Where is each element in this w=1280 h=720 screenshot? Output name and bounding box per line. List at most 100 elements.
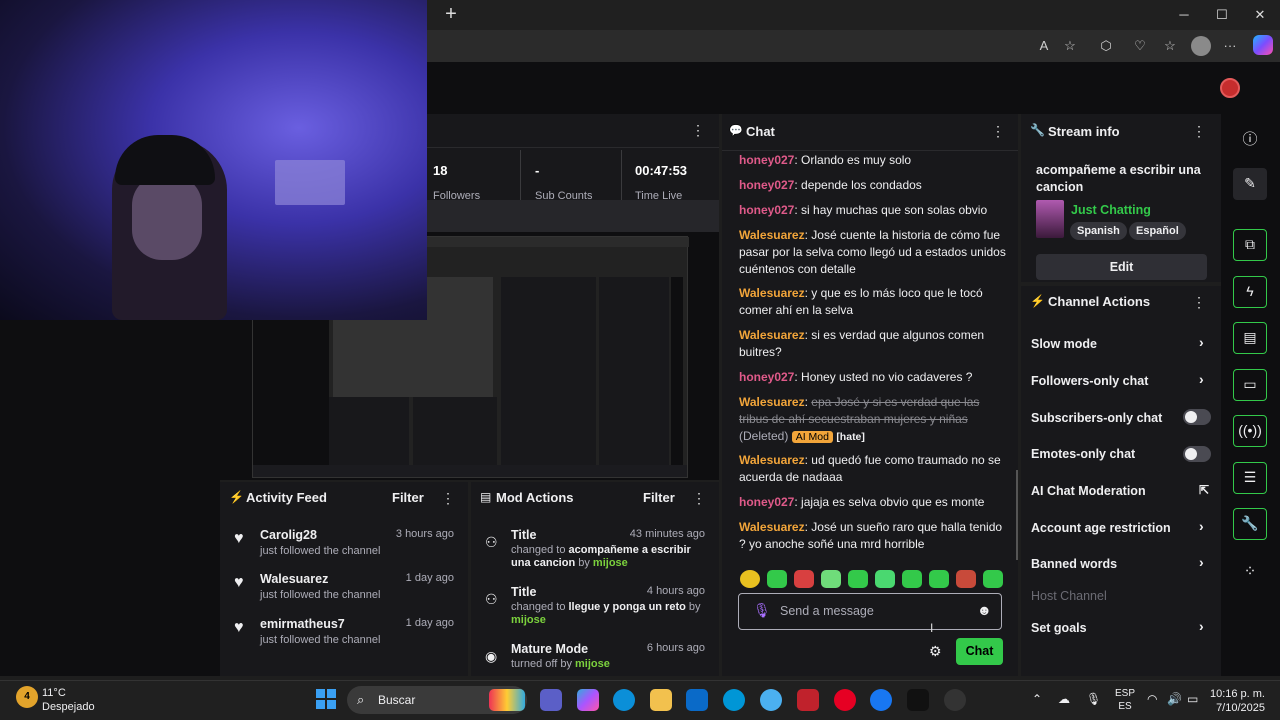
close-button[interactable]: ✕	[1248, 5, 1272, 25]
tiktok-icon[interactable]	[907, 689, 929, 711]
list-item[interactable]: ♥ emirmatheus7 1 day ago just followed t…	[220, 617, 468, 661]
channel-actions-menu-icon[interactable]: ⋮	[1191, 294, 1207, 311]
chat-message[interactable]: Walesuarez: y que es lo más loco que le …	[739, 285, 1007, 319]
stream-info-menu-icon[interactable]: ⋮	[1191, 123, 1207, 140]
teams-icon[interactable]	[540, 689, 562, 711]
activity-filter-button[interactable]: Filter	[392, 490, 424, 505]
ai-moderation-row[interactable]: AI Chat Moderation	[1031, 484, 1146, 498]
activity-menu-icon[interactable]: ⋮	[440, 490, 456, 507]
notes-icon[interactable]: ▤	[1233, 322, 1267, 354]
emote-icon[interactable]	[956, 570, 976, 588]
chevron-right-icon[interactable]: ›	[1199, 554, 1204, 570]
chevron-right-icon[interactable]: ›	[1199, 618, 1204, 634]
chat-message[interactable]: honey027: depende los condados	[739, 177, 1007, 194]
chat-send-button[interactable]: Chat	[956, 638, 1003, 665]
edit-button[interactable]: Edit	[1036, 254, 1207, 280]
emote-icon[interactable]	[848, 570, 868, 588]
edit-pencil-icon[interactable]: ✎	[1233, 168, 1267, 200]
battery-icon[interactable]: ▭	[1187, 692, 1198, 706]
avatar[interactable]	[1220, 78, 1240, 98]
favorite-star-icon[interactable]: ☆	[1060, 37, 1080, 55]
lightning-icon[interactable]: ϟ	[1233, 276, 1267, 308]
slow-mode-row[interactable]: Slow mode	[1031, 337, 1097, 351]
broadcast-icon[interactable]: ((•))	[1233, 415, 1267, 447]
extensions-icon[interactable]: ⁘	[1240, 562, 1260, 582]
performance-icon[interactable]: ♡	[1130, 37, 1150, 55]
onedrive-icon[interactable]: ☁	[1058, 692, 1070, 706]
mod-menu-icon[interactable]: ⋮	[691, 490, 707, 507]
facebook-icon[interactable]	[870, 689, 892, 711]
chevron-right-icon[interactable]: ›	[1199, 334, 1204, 350]
layout-icon[interactable]: ☰	[1233, 462, 1267, 494]
edge-icon[interactable]	[613, 689, 635, 711]
wrench-icon[interactable]: 🔧	[1233, 508, 1267, 540]
emote-icon[interactable]	[794, 570, 814, 588]
chevron-up-icon[interactable]: ⌃	[1032, 692, 1042, 706]
temperature[interactable]: 11°C	[42, 687, 66, 699]
list-item[interactable]: ⚇ Title 4 hours ago changed to llegue y …	[471, 585, 719, 639]
info-icon[interactable]: ⓘ	[1240, 128, 1260, 148]
volume-icon[interactable]: 🔊	[1167, 692, 1182, 706]
chevron-right-icon[interactable]: ›	[1199, 371, 1204, 387]
app-icon[interactable]	[944, 689, 966, 711]
account-age-row[interactable]: Account age restriction	[1031, 521, 1171, 535]
mod-filter-button[interactable]: Filter	[643, 490, 675, 505]
chat-scrollbar[interactable]	[1016, 470, 1018, 560]
microphone-icon[interactable]: 🎙	[753, 602, 771, 619]
widgets-icon[interactable]	[489, 689, 525, 711]
extensions-icon[interactable]: ⬡	[1096, 37, 1116, 55]
list-item[interactable]: ⚇ Title 43 minutes ago changed to acompa…	[471, 528, 719, 582]
pinterest-icon[interactable]	[834, 689, 856, 711]
emote-icon[interactable]	[767, 570, 787, 588]
emote-icon[interactable]	[821, 570, 841, 588]
microphone-icon[interactable]: 🎙	[1086, 692, 1101, 706]
chat-message-deleted[interactable]: Walesuarez: epa José y si es verdad que …	[739, 394, 1007, 446]
chat-message[interactable]: honey027: Honey usted no vio cadaveres ?	[739, 369, 1007, 386]
tag-espanol[interactable]: Español	[1129, 222, 1186, 240]
list-item[interactable]: ♥ Carolig28 3 hours ago just followed th…	[220, 528, 468, 572]
chat-message[interactable]: honey027: si hay muchas que son solas ob…	[739, 202, 1007, 219]
chat-message[interactable]: Walesuarez: José un sueño raro que halla…	[739, 519, 1007, 553]
weather-desc[interactable]: Despejado	[42, 701, 95, 713]
chat-message[interactable]: Walesuarez: si es verdad que algunos com…	[739, 327, 1007, 361]
chat-message[interactable]: honey027: Orlando es muy solo	[739, 152, 1007, 169]
more-icon[interactable]: ···	[1220, 37, 1240, 55]
emotes-only-row[interactable]: Emotes-only chat	[1031, 447, 1135, 461]
copilot-app-icon[interactable]	[577, 689, 599, 711]
list-item[interactable]: ◉ Mature Mode 6 hours ago turned off by …	[471, 642, 719, 672]
chat-message[interactable]: honey027: jajaja es selva obvio que es m…	[739, 494, 1007, 511]
emote-icon[interactable]	[740, 570, 760, 588]
copilot-icon[interactable]	[1253, 35, 1273, 55]
file-explorer-icon[interactable]	[650, 689, 672, 711]
subscribers-only-row[interactable]: Subscribers-only chat	[1031, 411, 1162, 425]
windows-start-icon[interactable]	[316, 689, 336, 709]
emoji-icon[interactable]: ☻	[977, 602, 992, 618]
weather-icon[interactable]: 4	[16, 686, 38, 708]
subscribers-only-toggle[interactable]	[1183, 409, 1211, 425]
banned-words-row[interactable]: Banned words	[1031, 557, 1117, 571]
new-tab-button[interactable]: +	[440, 4, 462, 26]
emote-icon[interactable]	[983, 570, 1003, 588]
app-icon[interactable]	[760, 689, 782, 711]
minimize-button[interactable]: ─	[1172, 5, 1196, 25]
wifi-icon[interactable]: ◠	[1147, 692, 1157, 706]
external-link-icon[interactable]: ⇱	[1199, 483, 1209, 497]
emote-icon[interactable]	[875, 570, 895, 588]
followers-only-row[interactable]: Followers-only chat	[1031, 374, 1148, 388]
clip-icon[interactable]: ⧉	[1233, 229, 1267, 261]
chat-message[interactable]: Walesuarez: José cuente la historia de c…	[739, 227, 1007, 278]
mcafee-icon[interactable]	[797, 689, 819, 711]
hp-icon[interactable]	[723, 689, 745, 711]
favorites-icon[interactable]: ☆	[1160, 37, 1180, 55]
category-thumbnail[interactable]	[1036, 200, 1064, 238]
category-link[interactable]: Just Chatting	[1071, 203, 1151, 217]
read-aloud-icon[interactable]: A	[1034, 37, 1054, 55]
chevron-right-icon[interactable]: ›	[1199, 518, 1204, 534]
set-goals-row[interactable]: Set goals	[1031, 621, 1087, 635]
chat-message[interactable]: Walesuarez: ud quedó fue como traumado n…	[739, 452, 1007, 486]
chat-menu-icon[interactable]: ⋮	[990, 123, 1006, 140]
chat-input[interactable]: 🎙 Send a message ☻	[738, 593, 1002, 630]
emotes-only-toggle[interactable]	[1183, 446, 1211, 462]
chat-settings-icon[interactable]: ⚙	[929, 643, 942, 660]
profile-icon[interactable]	[1191, 36, 1211, 56]
